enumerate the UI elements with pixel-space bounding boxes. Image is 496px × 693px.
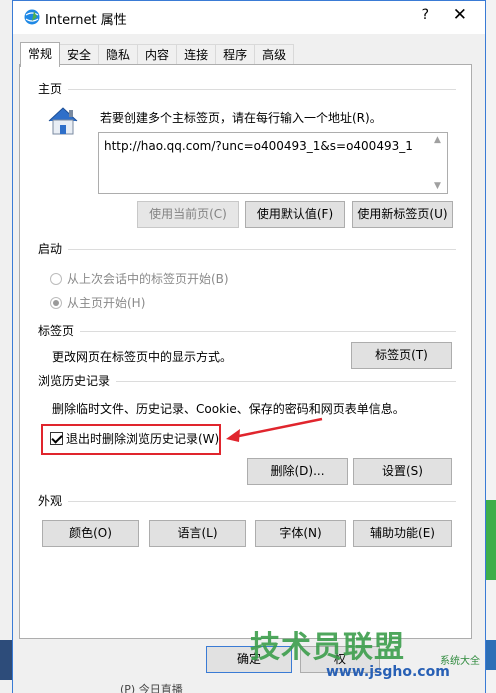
scroll-up-icon[interactable]: ▲ <box>434 135 441 145</box>
appearance-divider <box>68 501 456 502</box>
url-scrollbar[interactable]: ▲ ▼ <box>431 133 447 193</box>
fonts-button[interactable]: 字体(N) <box>255 520 346 547</box>
homepage-divider <box>68 89 456 90</box>
startup-divider <box>68 249 456 250</box>
history-divider <box>116 381 456 382</box>
languages-button[interactable]: 语言(L) <box>149 520 246 547</box>
history-section-title: 浏览历史记录 <box>38 374 111 388</box>
house-icon <box>48 107 78 135</box>
tabs-divider <box>80 331 456 332</box>
tabs-description: 更改网页在标签页中的显示方式。 <box>52 350 233 364</box>
delete-history-button[interactable]: 删除(D)... <box>247 458 348 485</box>
history-settings-button[interactable]: 设置(S) <box>353 458 452 485</box>
tab-general[interactable]: 常规 <box>20 42 61 67</box>
window-title: Internet 属性 <box>45 13 127 28</box>
homepage-section-title: 主页 <box>38 82 63 96</box>
use-current-button[interactable]: 使用当前页(C) <box>137 201 239 228</box>
homepage-hint: 若要创建多个主标签页，请在每行输入一个地址(R)。 <box>100 111 382 125</box>
scroll-down-icon[interactable]: ▼ <box>434 181 441 191</box>
tabs-settings-button[interactable]: 标签页(T) <box>351 342 452 369</box>
radio-home[interactable]: 从主页开始(H) <box>50 294 145 311</box>
tab-privacy[interactable]: 隐私 <box>98 44 139 66</box>
homepage-url-textarea[interactable]: http://hao.qq.com/?unc=o400493_1&s=o4004… <box>98 132 448 194</box>
use-default-button[interactable]: 使用默认值(F) <box>245 201 345 228</box>
red-arrow-annotation <box>226 417 323 442</box>
background-right-blue <box>486 640 496 670</box>
use-new-tab-button[interactable]: 使用新标签页(U) <box>352 201 453 228</box>
watermark-url: www.jsgho.com <box>326 664 450 680</box>
tab-programs[interactable]: 程序 <box>215 44 256 66</box>
watermark-sub: 系统大全 <box>440 656 480 667</box>
help-button[interactable]: ? <box>422 7 429 23</box>
homepage-url-text: http://hao.qq.com/?unc=o400493_1&s=o4004… <box>104 139 413 153</box>
radio-last-session-circle[interactable] <box>50 272 62 285</box>
background-left-dark <box>0 640 12 680</box>
tab-strip: 常规 安全 隐私 内容 连接 程序 高级 <box>20 42 295 67</box>
internet-globe-icon <box>24 9 40 25</box>
background-left <box>0 0 12 693</box>
delete-on-exit-label: 退出时删除浏览历史记录(W) <box>66 432 220 446</box>
tab-connections[interactable]: 连接 <box>176 44 217 66</box>
startup-section-title: 启动 <box>38 242 63 256</box>
delete-on-exit-check[interactable] <box>50 432 63 445</box>
colors-button[interactable]: 颜色(O) <box>42 520 139 547</box>
radio-home-label: 从主页开始(H) <box>67 296 146 310</box>
tab-security[interactable]: 安全 <box>59 44 100 66</box>
title-bar[interactable]: Internet 属性 ? ✕ <box>13 1 485 34</box>
radio-home-circle[interactable] <box>50 296 62 309</box>
tabs-section-title: 标签页 <box>38 324 75 338</box>
background-right-green <box>486 500 496 580</box>
taskbar-text: (P) 今日直播 <box>120 683 183 693</box>
radio-last-session[interactable]: 从上次会话中的标签页开始(B) <box>50 270 229 287</box>
tab-advanced[interactable]: 高级 <box>254 44 295 66</box>
accessibility-button[interactable]: 辅助功能(E) <box>353 520 452 547</box>
delete-on-exit-checkbox[interactable]: 退出时删除浏览历史记录(W) <box>50 430 219 447</box>
close-button[interactable]: ✕ <box>453 5 467 25</box>
radio-last-session-label: 从上次会话中的标签页开始(B) <box>67 272 229 286</box>
appearance-section-title: 外观 <box>38 494 63 508</box>
background-right <box>486 0 496 693</box>
watermark-brand: 技术员联盟 <box>250 630 405 665</box>
tab-content[interactable]: 内容 <box>137 44 178 66</box>
